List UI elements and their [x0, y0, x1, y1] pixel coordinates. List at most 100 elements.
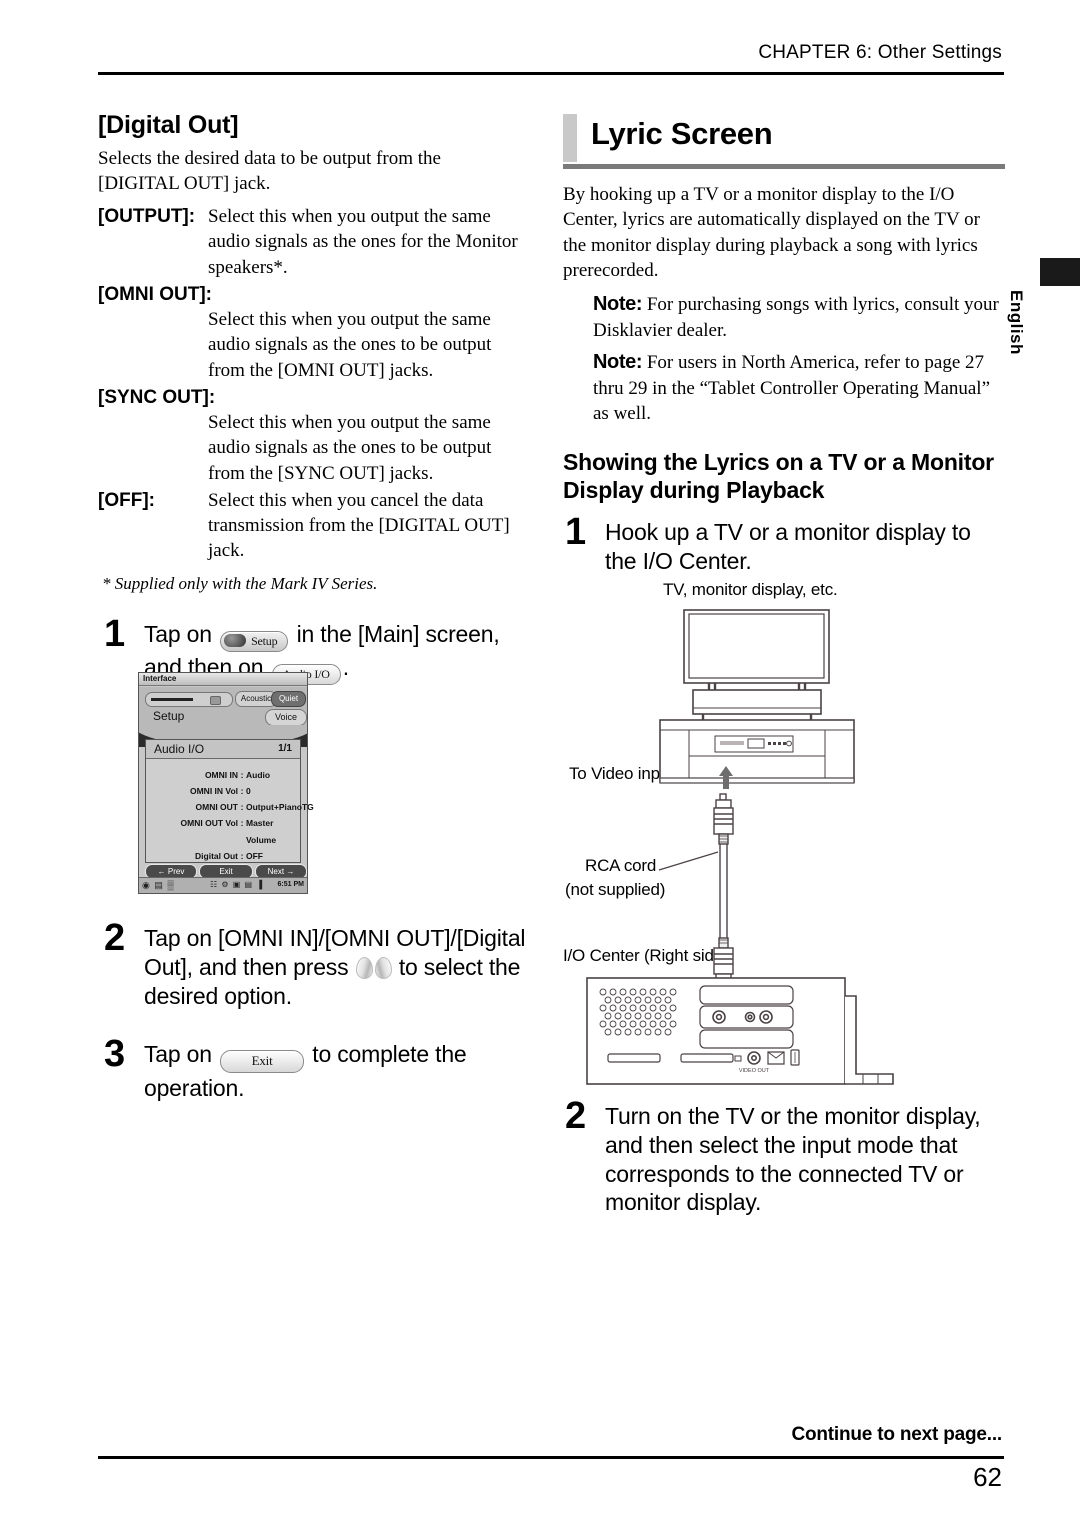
right-step-2: 2 Turn on the TV or the monitor display,…	[565, 1095, 1005, 1217]
rca-cord	[713, 793, 734, 990]
right-step-1-number: 1	[565, 511, 587, 554]
screenshot-panel: Audio I/O 1/1 OMNI IN : Audio OMNI IN Vo…	[145, 739, 314, 864]
note-2-label: Note:	[593, 350, 643, 373]
screenshot-system-tray: ◉ ▤ ▒ ☷ ⚙ ▣ ▤ ▐ 6:51 PM	[139, 877, 307, 893]
setting-separator: :	[240, 802, 244, 813]
left-step-1-part1: Tap on	[144, 620, 212, 647]
option-sync-out-body: Select this when you output the same aud…	[208, 412, 492, 484]
lyric-screen-heading-wrap: Lyric Screen	[563, 112, 1005, 170]
setting-value: Audio	[246, 770, 271, 780]
screenshot-panel-page: 1/1	[278, 743, 292, 754]
screenshot-panel-title: Audio I/O	[154, 742, 205, 756]
video-out-port-label: VIDEO OUT	[739, 1068, 770, 1074]
screenshot-window-title: Interface	[139, 673, 307, 686]
setting-value: Output+PianoTG	[246, 802, 314, 813]
lyric-screen-intro: By hooking up a TV or a monitor display …	[563, 184, 980, 281]
right-step-2-text: Turn on the TV or the monitor display, a…	[605, 1103, 981, 1216]
tv-screen	[683, 609, 830, 684]
header-rule	[98, 72, 1004, 75]
setting-value: Master Volume	[246, 818, 277, 845]
note-1: Note: For purchasing songs with lyrics, …	[593, 291, 1005, 343]
setting-separator: :	[240, 770, 244, 780]
list-item[interactable]: OMNI IN Vol : 0	[146, 783, 292, 799]
setup-button-glyph[interactable]: Setup	[220, 630, 289, 652]
left-step-1-part3: .	[342, 653, 349, 680]
tray-clock: 6:51 PM	[277, 881, 304, 888]
option-sync-out: [SYNC OUT]: Select this when you output …	[98, 385, 518, 486]
right-step-2-number: 2	[565, 1095, 587, 1137]
exit-button-glyph[interactable]: Exit	[220, 1050, 305, 1073]
rca-leader-line	[658, 851, 719, 871]
jog-right-icon[interactable]	[374, 956, 392, 979]
left-step-3-text: Tap on Exit to complete the operation.	[144, 1036, 528, 1102]
page-number: 62	[973, 1462, 1002, 1492]
setting-separator: :	[240, 818, 244, 829]
option-off-body: Select this when you cancel the data tra…	[208, 489, 510, 562]
left-step-2: 2 Tap on [OMNI IN]/[OMNI OUT]/[Digital O…	[104, 917, 528, 1010]
list-item[interactable]: OMNI OUT : Output+PianoTG	[146, 799, 314, 815]
page-header-chapter: CHAPTER 6: Other Settings	[758, 42, 1002, 63]
quiet-button[interactable]: Quiet	[271, 691, 306, 707]
continue-note: Continue to next page...	[791, 1424, 1002, 1445]
voice-button[interactable]: Voice	[265, 709, 307, 726]
screenshot-nav-bar: ← Prev Exit Next →	[143, 864, 307, 879]
list-item[interactable]: OMNI OUT Vol : Master Volume	[146, 815, 292, 847]
connection-diagram: TV, monitor display, etc. To Video input…	[563, 578, 1005, 1088]
setting-key: OMNI IN Vol	[189, 786, 238, 797]
option-output-body: Select this when you output the same aud…	[208, 206, 518, 278]
option-omni-out-body: Select this when you output the same aud…	[208, 309, 492, 381]
tablet-screenshot: Interface Acoustic Quiet Setup Voice Aud…	[138, 672, 314, 894]
setting-key: OMNI OUT	[195, 802, 239, 813]
av-component	[714, 735, 794, 753]
language-tab-label: English	[1007, 290, 1026, 355]
list-item[interactable]: OMNI IN : Audio	[146, 767, 292, 783]
note-1-text: For purchasing songs with lyrics, consul…	[593, 294, 999, 341]
left-step-2-text: Tap on [OMNI IN]/[OMNI OUT]/[Digital Out…	[144, 920, 528, 1010]
digital-out-footnote: * Supplied only with the Mark IV Series.	[102, 573, 378, 593]
note-1-label: Note:	[593, 293, 643, 316]
left-column: [Digital Out] Selects the desired data t…	[98, 111, 518, 686]
left-step-2-number: 2	[104, 917, 126, 959]
setting-value: 0	[246, 786, 251, 797]
right-step-1-text: Hook up a TV or a monitor display to the…	[605, 519, 971, 574]
heading-rule	[563, 164, 1005, 169]
option-omni-out-term: [OMNI OUT]:	[98, 283, 212, 305]
note-2: Note: For users in North America, refer …	[593, 349, 1005, 426]
option-off: [OFF]: Select this when you cancel the d…	[98, 488, 518, 564]
screenshot-panel-header: Audio I/O 1/1	[146, 740, 300, 759]
volume-slider[interactable]	[145, 692, 233, 707]
list-item[interactable]: Digital Out : OFF	[146, 848, 292, 864]
footer-rule	[98, 1456, 1004, 1459]
diagram-artwork: VIDEO OUT	[586, 609, 894, 1085]
option-off-term: [OFF]:	[98, 489, 155, 511]
setting-key: OMNI OUT Vol	[180, 818, 238, 829]
digital-out-heading: [Digital Out]	[98, 111, 239, 139]
lyric-screen-heading: Lyric Screen	[591, 116, 773, 151]
option-output-term: [OUTPUT]:	[98, 206, 196, 228]
tray-right-icons[interactable]: ☷ ⚙ ▣ ▤ ▐	[210, 880, 263, 889]
note-2-text: For users in North America, refer to pag…	[593, 351, 991, 424]
left-step-3-number: 3	[104, 1033, 126, 1076]
setting-key: Digital Out	[195, 850, 238, 861]
digital-out-intro: Selects the desired data to be output fr…	[98, 147, 441, 194]
tv-base	[692, 689, 822, 715]
option-output: [OUTPUT]: Select this when you output th…	[98, 204, 518, 280]
jog-left-icon[interactable]	[355, 956, 373, 979]
showing-lyrics-heading: Showing the Lyrics on a TV or a Monitor …	[563, 449, 994, 504]
digital-out-options: [OUTPUT]: Select this when you output th…	[98, 204, 518, 564]
left-step-3: 3 Tap on Exit to complete the operation.	[104, 1033, 528, 1102]
option-omni-out: [OMNI OUT]: Select this when you output …	[98, 282, 518, 383]
option-sync-out-term: [SYNC OUT]:	[98, 386, 216, 408]
screenshot-setup-label: Setup	[153, 709, 185, 723]
screenshot-topbar: Acoustic Quiet Setup Voice	[139, 687, 307, 729]
left-column-steps-lower: 2 Tap on [OMNI IN]/[OMNI OUT]/[Digital O…	[98, 917, 528, 1102]
right-step-1: 1 Hook up a TV or a monitor display to t…	[565, 511, 1005, 576]
heading-accent-bar	[563, 114, 577, 162]
setting-key: OMNI IN	[204, 770, 238, 780]
tray-left-icons[interactable]: ◉ ▤ ▒	[142, 880, 175, 891]
right-column-step-lower: 2 Turn on the TV or the monitor display,…	[563, 1095, 1005, 1217]
setting-separator: :	[240, 786, 244, 797]
right-column: Lyric Screen By hooking up a TV or a mon…	[563, 112, 1005, 576]
setting-separator: :	[240, 850, 244, 861]
left-step-3-part1: Tap on	[144, 1041, 212, 1068]
